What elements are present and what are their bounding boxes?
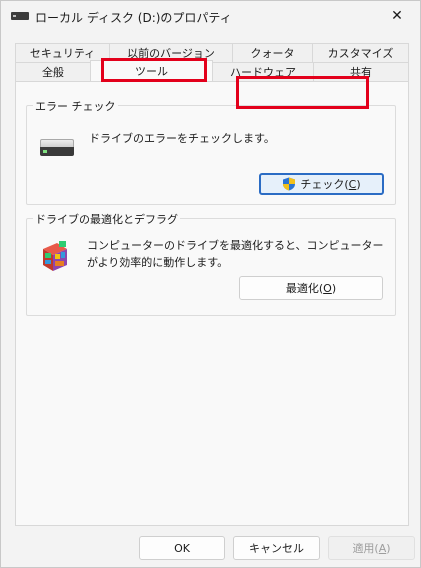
uac-shield-icon [283, 177, 296, 191]
defrag-icon [43, 241, 67, 271]
tools-panel: エラー チェック ドライブのエラーをチェックします。 チェック(C) ドライブの… [15, 81, 409, 526]
drive-icon [11, 11, 29, 21]
error-check-description: ドライブのエラーをチェックします。 [89, 132, 275, 145]
check-button[interactable]: チェック(C) [259, 173, 384, 195]
optimize-button[interactable]: 最適化(O) [239, 276, 383, 300]
apply-button-label: 適用(A) [352, 542, 391, 555]
error-check-title: エラー チェック [33, 98, 118, 114]
close-button[interactable]: ✕ [374, 1, 420, 31]
hard-drive-icon [40, 139, 74, 161]
cancel-button[interactable]: キャンセル [233, 536, 320, 560]
error-check-group: エラー チェック ドライブのエラーをチェックします。 チェック(C) [26, 98, 396, 205]
title-bar: ローカル ディスク (D:)のプロパティ ✕ [1, 1, 420, 31]
properties-dialog: ローカル ディスク (D:)のプロパティ ✕ セキュリティ 以前のバージョン ク… [0, 0, 421, 568]
tab-customize[interactable]: カスタマイズ [312, 43, 409, 62]
window-title: ローカル ディスク (D:)のプロパティ [35, 11, 232, 25]
tab-row-2: 全般 ツール ハードウェア 共有 [15, 60, 409, 81]
optimize-title: ドライブの最適化とデフラグ [33, 211, 180, 227]
optimize-description: コンピューターのドライブを最適化すると、コンピューターがより効率的に動作します。 [87, 239, 384, 269]
tab-hardware[interactable]: ハードウェア [212, 62, 314, 81]
tab-sharing[interactable]: 共有 [313, 62, 409, 81]
optimize-group: ドライブの最適化とデフラグ コンピューターのドライブを最適化すると、コンピュータ… [26, 211, 396, 316]
tab-tools[interactable]: ツール [90, 60, 213, 81]
close-icon: ✕ [391, 8, 403, 24]
check-button-label: チェック(C) [300, 178, 361, 191]
apply-button[interactable]: 適用(A) [328, 536, 415, 560]
optimize-button-label: 最適化(O) [285, 282, 337, 295]
tab-general[interactable]: 全般 [15, 62, 91, 81]
tab-quota[interactable]: クォータ [232, 43, 313, 62]
ok-button[interactable]: OK [139, 536, 225, 560]
